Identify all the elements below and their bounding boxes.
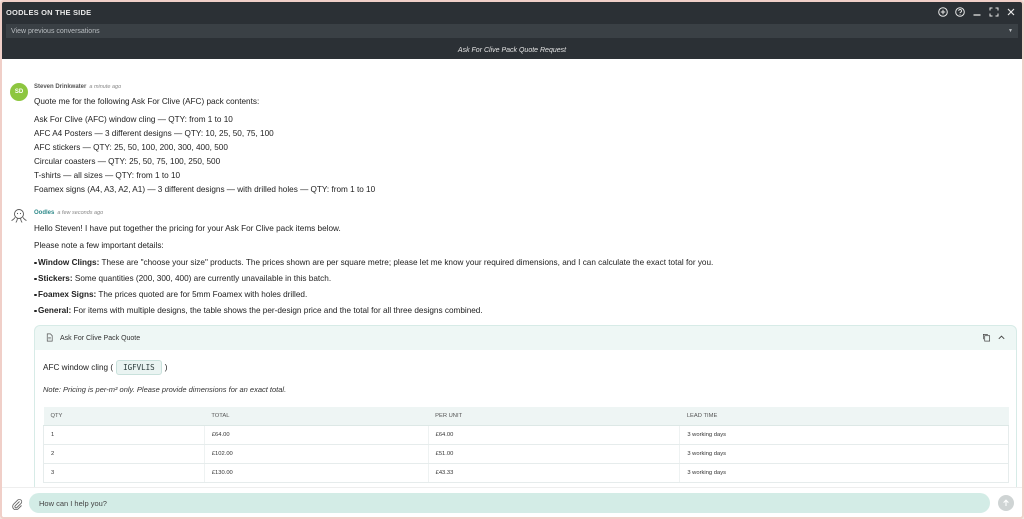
pricing-table: QTY TOTAL PER UNIT LEAD TIME 1 £64.00 £6…: [43, 407, 1009, 483]
column-header: PER UNIT: [428, 407, 680, 426]
product-name: AFC window cling (: [43, 363, 114, 372]
bullet-text: Some quantities (200, 300, 400) are curr…: [72, 274, 332, 283]
user-message-meta: Steven Drinkwater a minute ago: [34, 84, 121, 90]
bullet-label: General:: [38, 306, 72, 315]
user-message-line: Quote me for the following Ask For Clive…: [34, 97, 260, 106]
qty-cell: 3: [43, 463, 205, 483]
user-message-line: AFC stickers — QTY: 25, 50, 100, 200, 30…: [34, 143, 228, 152]
chat-input[interactable]: [29, 493, 990, 513]
title-bar: OODLES ON THE SIDE: [2, 2, 1022, 22]
table-row: 3 £130.00 £43.33 3 working days: [43, 463, 1009, 483]
column-header: LEAD TIME: [679, 407, 1009, 426]
user-message-line: T-shirts — all sizes — QTY: from 1 to 10: [34, 171, 181, 180]
total-cell: £102.00: [203, 444, 429, 464]
product-heading: AFC window cling ( IGFVLIS ): [43, 360, 167, 375]
user-message-line: Foamex signs (A4, A3, A2, A1) — 3 differ…: [34, 185, 376, 194]
user-message-time: a minute ago: [89, 84, 122, 90]
column-header: QTY: [43, 407, 205, 426]
lead-time-cell: 3 working days: [679, 463, 1009, 483]
bullet-text: These are "choose your size" products. T…: [99, 258, 714, 267]
quote-card: Ask For Clive Pack Quote AFC window clin…: [34, 325, 1017, 487]
message-list[interactable]: SD Steven Drinkwater a minute ago Quote m…: [2, 59, 1022, 487]
chevron-down-icon: ▼: [1008, 28, 1013, 34]
paperclip-icon[interactable]: [11, 497, 23, 511]
per-unit-cell: £51.00: [427, 444, 680, 464]
send-arrow-icon[interactable]: [998, 495, 1014, 511]
chat-window: OODLES ON THE SIDE View previous convers…: [0, 0, 1024, 519]
oodles-avatar-icon: [10, 207, 28, 225]
product-suffix: ): [164, 363, 168, 372]
user-message-line: Circular coasters — QTY: 25, 50, 75, 100…: [34, 157, 221, 166]
user-name: Steven Drinkwater: [34, 84, 87, 90]
bot-message-time: a few seconds ago: [57, 210, 104, 216]
bot-bullet: General: For items with multiple designs…: [34, 306, 483, 315]
per-unit-cell: £64.00: [427, 425, 680, 445]
bot-bullet: Foamex Signs: The prices quoted are for …: [33, 290, 308, 299]
conversation-title: Ask For Clive Pack Quote Request: [2, 41, 1022, 59]
lead-time-cell: 3 working days: [679, 444, 1009, 464]
bot-greeting: Hello Steven! I have put together the pr…: [34, 224, 341, 233]
quote-card-header: Ask For Clive Pack Quote: [35, 326, 1016, 350]
pricing-table-header: QTY TOTAL PER UNIT LEAD TIME: [43, 407, 1009, 426]
expand-icon[interactable]: [988, 7, 999, 18]
bot-name: Oodles: [34, 210, 55, 216]
window-title: OODLES ON THE SIDE: [6, 7, 92, 17]
bot-note-intro: Please note a few important details:: [34, 241, 164, 250]
previous-conversations-bar: View previous conversations ▼: [2, 22, 1022, 41]
chevron-up-icon[interactable]: [997, 329, 1006, 347]
bullet-text: For items with multiple designs, the tab…: [71, 306, 483, 315]
quote-card-title: Ask For Clive Pack Quote: [60, 334, 141, 342]
lead-time-cell: 3 working days: [679, 425, 1009, 445]
bullet-text: The prices quoted are for 5mm Foamex wit…: [96, 290, 308, 299]
total-cell: £130.00: [203, 463, 429, 483]
previous-conversations-label: View previous conversations: [11, 27, 100, 35]
plus-circle-icon[interactable]: [937, 7, 948, 18]
bullet-label: Window Clings:: [38, 258, 100, 267]
user-message-line: AFC A4 Posters — 3 different designs — Q…: [34, 129, 274, 138]
column-header: TOTAL: [204, 407, 429, 426]
input-bar: [2, 487, 1022, 517]
bullet-label: Foamex Signs:: [38, 290, 97, 299]
per-unit-cell: £43.33: [427, 463, 680, 483]
qty-cell: 2: [43, 444, 205, 464]
user-message-line: Ask For Clive (AFC) window cling — QTY: …: [34, 115, 233, 124]
help-circle-icon[interactable]: [954, 7, 965, 18]
bot-bullet: Window Clings: These are "choose your si…: [33, 258, 714, 267]
bot-message-meta: Oodles a few seconds ago: [34, 210, 103, 216]
qty-cell: 1: [43, 425, 205, 445]
table-row: 2 £102.00 £51.00 3 working days: [43, 444, 1009, 464]
minimize-icon[interactable]: [971, 7, 982, 18]
close-icon[interactable]: [1005, 7, 1016, 18]
document-icon: [45, 333, 54, 344]
total-cell: £64.00: [203, 425, 429, 445]
pricing-note: Note: Pricing is per-m² only. Please pro…: [43, 385, 287, 394]
bot-bullet: Stickers: Some quantities (200, 300, 400…: [33, 274, 332, 283]
product-code: IGFVLIS: [116, 360, 162, 375]
window-controls: [937, 7, 1016, 18]
quote-card-body: AFC window cling ( IGFVLIS ) Note: Prici…: [35, 350, 1016, 487]
table-row: 1 £64.00 £64.00 3 working days: [43, 425, 1009, 445]
user-avatar: SD: [10, 83, 28, 101]
bullet-label: Stickers:: [38, 274, 73, 283]
copy-icon[interactable]: [982, 329, 991, 347]
previous-conversations-select[interactable]: View previous conversations ▼: [6, 24, 1018, 38]
